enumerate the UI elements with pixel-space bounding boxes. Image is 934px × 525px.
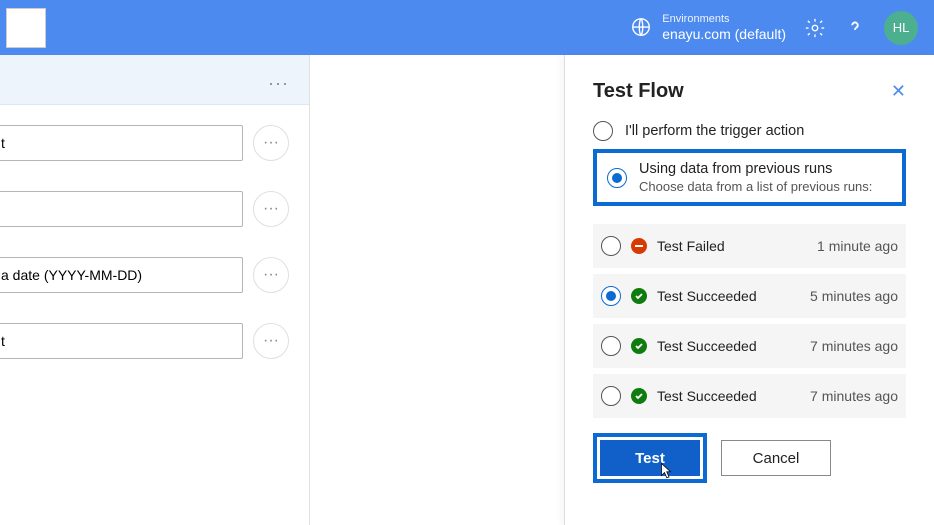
env-value: enayu.com (default) [662, 26, 786, 43]
top-left-box [6, 8, 46, 48]
field-input-4[interactable] [0, 323, 243, 359]
field-menu-button[interactable]: ··· [253, 191, 289, 227]
top-right: Environments enayu.com (default) HL [630, 11, 918, 45]
run-label: Test Succeeded [657, 388, 800, 404]
button-row: Test Cancel [593, 433, 906, 483]
runs-list: Test Failed 1 minute ago Test Succeeded 5 m… [593, 224, 906, 418]
highlight-box: Using data from previous runs Choose dat… [593, 149, 906, 206]
radio-icon [593, 121, 613, 141]
run-row[interactable]: Test Succeeded 7 minutes ago [593, 374, 906, 418]
run-row[interactable]: Test Failed 1 minute ago [593, 224, 906, 268]
environment-picker[interactable]: Environments enayu.com (default) [630, 13, 786, 43]
field-input-2[interactable] [0, 191, 243, 227]
field-menu-button[interactable]: ··· [253, 125, 289, 161]
run-time: 7 minutes ago [810, 338, 898, 354]
field-menu-button[interactable]: ··· [253, 323, 289, 359]
left-editor: ··· ··· ··· ··· ··· [0, 55, 310, 525]
radio-icon [607, 168, 627, 188]
globe-icon [630, 16, 652, 38]
close-icon[interactable]: ✕ [891, 81, 906, 102]
radio-icon [601, 236, 621, 256]
radio-sublabel: Choose data from a list of previous runs… [639, 179, 872, 194]
avatar[interactable]: HL [884, 11, 918, 45]
field-row: ··· [0, 323, 309, 359]
field-row: ··· [0, 257, 309, 293]
radio-label: I'll perform the trigger action [625, 123, 804, 139]
run-label: Test Failed [657, 238, 807, 254]
test-button[interactable]: Test [600, 440, 700, 476]
top-bar: Environments enayu.com (default) HL [0, 0, 934, 55]
radio-option-previous[interactable]: Using data from previous runs Choose dat… [607, 161, 892, 194]
test-flow-panel: Test Flow ✕ I'll perform the trigger act… [564, 55, 934, 525]
run-row[interactable]: Test Succeeded 7 minutes ago [593, 324, 906, 368]
radio-option-manual[interactable]: I'll perform the trigger action [593, 121, 906, 141]
help-icon[interactable] [844, 17, 866, 39]
radio-icon [601, 336, 621, 356]
panel-title: Test Flow [593, 80, 684, 103]
status-success-icon [631, 288, 647, 304]
field-input-1[interactable] [0, 125, 243, 161]
gear-icon[interactable] [804, 17, 826, 39]
step-header[interactable]: ··· [0, 55, 309, 105]
radio-icon [601, 286, 621, 306]
cancel-button[interactable]: Cancel [721, 440, 831, 476]
run-label: Test Succeeded [657, 338, 800, 354]
highlight-box: Test [593, 433, 707, 483]
field-row: ··· [0, 191, 309, 227]
field-input-3[interactable] [0, 257, 243, 293]
field-menu-button[interactable]: ··· [253, 257, 289, 293]
field-row: ··· [0, 125, 309, 161]
run-time: 7 minutes ago [810, 388, 898, 404]
radio-label: Using data from previous runs [639, 161, 872, 177]
run-time: 1 minute ago [817, 238, 898, 254]
ellipsis-icon[interactable]: ··· [268, 73, 289, 94]
run-time: 5 minutes ago [810, 288, 898, 304]
run-label: Test Succeeded [657, 288, 800, 304]
status-success-icon [631, 388, 647, 404]
status-success-icon [631, 338, 647, 354]
radio-icon [601, 386, 621, 406]
status-fail-icon [631, 238, 647, 254]
cursor-icon [657, 460, 675, 482]
run-row[interactable]: Test Succeeded 5 minutes ago [593, 274, 906, 318]
env-label: Environments [662, 13, 786, 26]
